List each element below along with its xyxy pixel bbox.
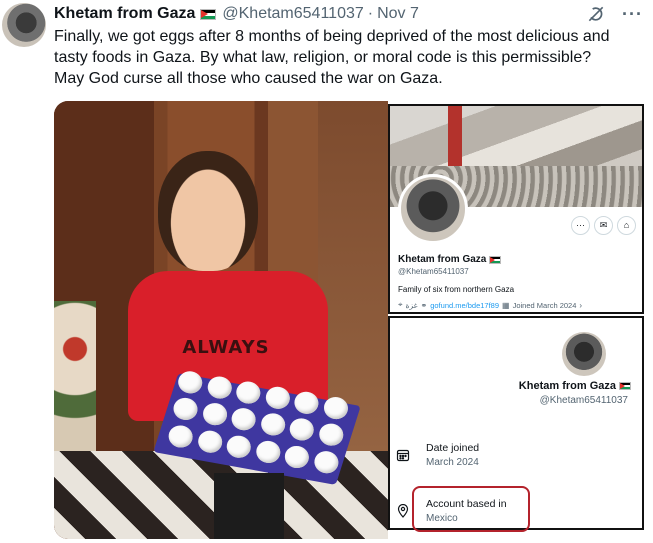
photo-plant [54, 301, 96, 461]
photo-legs [214, 473, 284, 539]
profile-link: gofund.me/bde17f89 [430, 300, 500, 310]
subscribe-icon: ⌂ [617, 216, 636, 235]
egg [312, 448, 340, 475]
separator-dot: · [367, 5, 374, 22]
tweet-text: Finally, we got eggs after 8 months of b… [54, 28, 610, 87]
author-handle[interactable]: @Khetam65411037 [222, 5, 363, 23]
about-avatar [562, 332, 606, 376]
link-icon: ⚭ [420, 300, 428, 310]
egg [316, 421, 345, 448]
grok-icon[interactable] [586, 4, 606, 24]
location-pin-icon [397, 504, 409, 518]
author-name[interactable]: Khetam from Gaza [54, 5, 195, 23]
egg [263, 384, 292, 411]
profile-location: غزة [405, 300, 418, 310]
about-account-screenshot[interactable]: Khetam from Gaza @Khetam65411037 Date jo… [388, 316, 644, 532]
shirt-text: ALWAYS [182, 337, 270, 358]
date-joined-row: Date joined March 2024 [396, 442, 479, 468]
profile-name: Khetam from Gaza [398, 254, 504, 265]
egg [176, 369, 204, 396]
profile-avatar [398, 174, 468, 244]
calendar-icon: ▦ [502, 300, 510, 310]
egg [225, 433, 253, 460]
date-joined-value: March 2024 [426, 457, 479, 468]
egg [292, 389, 321, 416]
author-avatar[interactable] [2, 3, 46, 47]
location-icon: ⌖ [398, 300, 403, 309]
more-icon: ··· [571, 216, 590, 235]
egg [200, 401, 229, 428]
profile-joined: Joined March 2024 [512, 300, 577, 310]
profile-meta: ⌖ غزة ⚭ gofund.me/bde17f89 ▦ Joined Marc… [398, 300, 582, 310]
tweet-header: Khetam from Gaza @Khetam65411037 · Nov 7… [54, 3, 643, 25]
egg [254, 438, 282, 465]
calendar-icon [396, 449, 410, 462]
tweet-date[interactable]: Nov 7 [377, 5, 419, 23]
egg [321, 395, 350, 421]
date-joined-label: Date joined [426, 442, 480, 454]
profile-bio: Family of six from northern Gaza [398, 285, 515, 294]
profile-handle: @Khetam65411037 [398, 267, 469, 276]
about-name-text: Khetam from Gaza [518, 380, 616, 392]
profile-action-buttons: ··· ✉ ⌂ [571, 216, 636, 235]
egg [229, 406, 258, 433]
egg [234, 379, 263, 406]
palestine-flag-icon [619, 382, 631, 390]
highlight-box [412, 486, 530, 532]
egg [171, 396, 200, 423]
egg [258, 411, 287, 438]
egg [196, 428, 224, 455]
egg [287, 416, 316, 443]
egg [205, 374, 233, 401]
profile-name-text: Khetam from Gaza [398, 254, 487, 265]
tweet-photo[interactable]: ALWAYS [54, 101, 388, 539]
egg [166, 423, 195, 450]
chevron-right-icon: › [579, 300, 583, 310]
message-icon: ✉ [594, 216, 613, 235]
palestine-flag-icon [200, 8, 217, 20]
profile-screenshot[interactable]: ··· ✉ ⌂ Khetam from Gaza @Khetam65411037… [388, 104, 644, 314]
about-handle: @Khetam65411037 [539, 395, 628, 406]
about-name: Khetam from Gaza [519, 380, 634, 392]
photo-girl-head [158, 151, 258, 271]
palestine-flag-icon [489, 255, 502, 264]
egg [283, 443, 311, 470]
more-icon[interactable]: ··· [622, 5, 643, 23]
